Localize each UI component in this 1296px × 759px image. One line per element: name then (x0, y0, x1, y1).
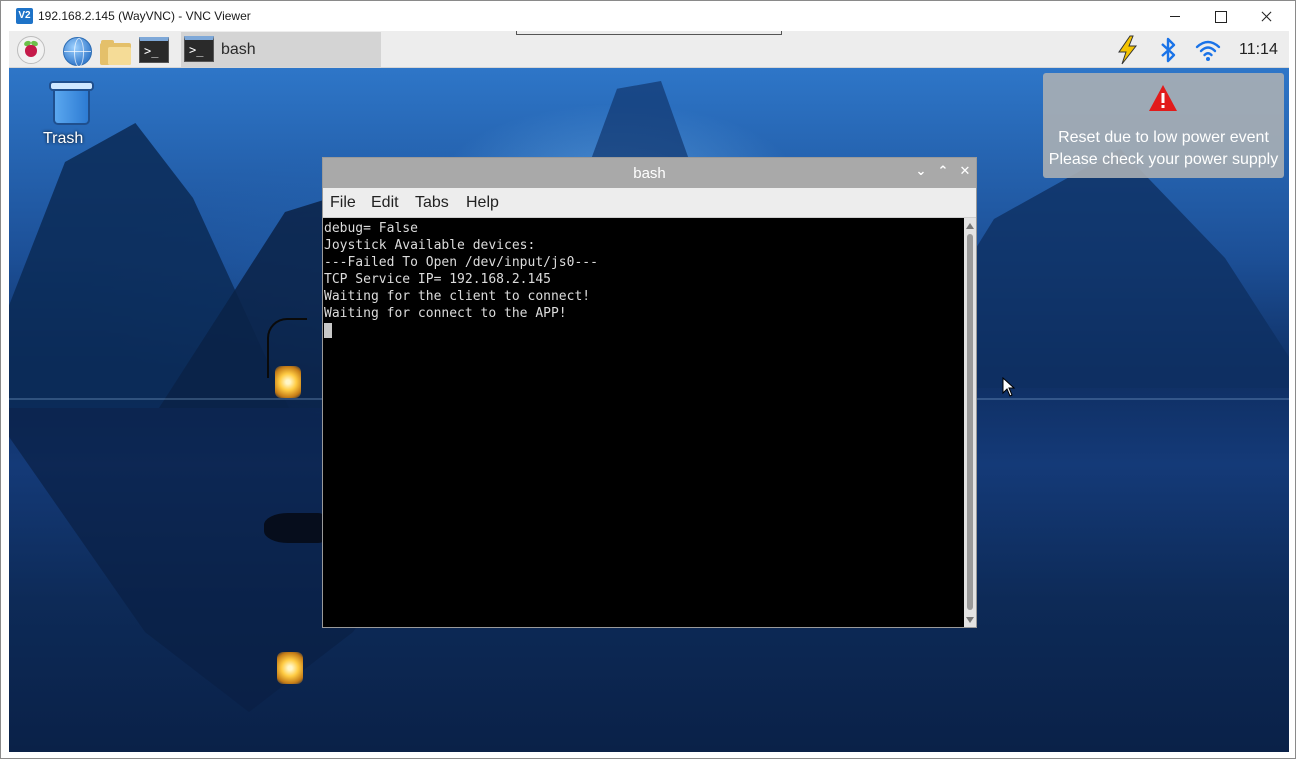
terminal-icon[interactable]: >_ (139, 35, 169, 65)
taskbar-item-label: bash (221, 41, 256, 58)
trash-label[interactable]: Trash (43, 130, 103, 148)
terminal-line: ---Failed To Open /dev/input/js0--- (324, 255, 598, 270)
wifi-icon[interactable] (1194, 35, 1222, 65)
host-titlebar[interactable]: V2 192.168.2.145 (WayVNC) - VNC Viewer (1, 1, 1295, 31)
notification-line-2: Please check your power supply (1048, 151, 1279, 168)
terminal-scrollbar[interactable] (964, 218, 976, 627)
terminal-titlebar[interactable]: bash ⌄ ⌃ ✕ (323, 158, 976, 188)
maximize-button[interactable] (1197, 1, 1243, 31)
menu-help[interactable]: Help (466, 194, 499, 212)
power-warning-icon[interactable] (1114, 35, 1142, 65)
terminal-cursor (324, 323, 332, 338)
terminal-line: Joystick Available devices: (324, 238, 536, 253)
terminal-output[interactable]: debug= False Joystick Available devices:… (323, 218, 964, 627)
terminal-window[interactable]: bash ⌄ ⌃ ✕ File Edit Tabs Help debug= Fa… (322, 157, 977, 628)
minimize-button[interactable] (1151, 1, 1197, 31)
scroll-thumb[interactable] (967, 234, 973, 610)
mouse-pointer-icon (1002, 376, 1016, 397)
file-manager-icon[interactable] (100, 35, 131, 65)
clock[interactable]: 11:14 (1239, 41, 1278, 59)
taskbar: >_ >_ bash 11:14 (9, 31, 1289, 68)
host-window-title: 192.168.2.145 (WayVNC) - VNC Viewer (38, 9, 251, 23)
terminal-line: debug= False (324, 221, 418, 236)
close-button[interactable] (1243, 1, 1289, 31)
notification-line-1: Reset due to low power event (1058, 129, 1269, 146)
chevron-down-icon[interactable]: ⌄ (912, 163, 930, 181)
chevron-up-icon[interactable]: ⌃ (934, 163, 952, 181)
menu-edit[interactable]: Edit (371, 194, 399, 212)
vnc-viewer-window: V2 192.168.2.145 (WayVNC) - VNC Viewer >… (0, 0, 1296, 759)
menu-tabs[interactable]: Tabs (415, 194, 449, 212)
terminal-icon: >_ (184, 36, 214, 62)
trash-icon[interactable] (49, 77, 94, 127)
low-power-notification[interactable]: Reset due to low power event Please chec… (1043, 73, 1284, 178)
taskbar-item-bash[interactable]: >_ bash (181, 32, 381, 67)
terminal-line: Waiting for connect to the APP! (324, 306, 567, 321)
bluetooth-icon[interactable] (1154, 35, 1182, 65)
web-browser-icon[interactable] (62, 35, 92, 67)
scroll-down-arrow[interactable] (966, 617, 974, 623)
warning-triangle-icon (1147, 83, 1179, 113)
terminal-line: Waiting for the client to connect! (324, 289, 591, 304)
raspberry-pi-menu-icon[interactable] (16, 35, 46, 65)
close-icon[interactable]: ✕ (956, 163, 974, 181)
remote-desktop[interactable]: >_ >_ bash 11:14 Trash Reset due to low … (9, 31, 1289, 752)
menu-file[interactable]: File (330, 194, 356, 212)
panel-separator (516, 31, 782, 35)
vnc-viewer-app-icon: V2 (16, 8, 33, 24)
terminal-title: bash (633, 165, 666, 182)
scroll-up-arrow[interactable] (966, 223, 974, 229)
terminal-menubar: File Edit Tabs Help (323, 188, 976, 218)
terminal-line: TCP Service IP= 192.168.2.145 (324, 272, 551, 287)
